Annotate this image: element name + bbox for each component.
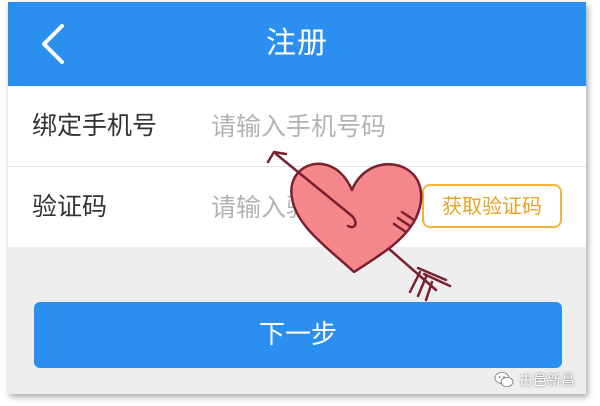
app-screen: 注册 绑定手机号 验证码 获取验证码 下一步 [8,2,586,394]
phone-input[interactable] [211,106,551,146]
phone-row: 绑定手机号 [8,86,586,166]
top-bar: 注册 [8,2,586,86]
watermark: 古邑新昌 [494,370,575,390]
code-label: 验证码 [32,192,108,221]
code-input[interactable] [211,187,411,227]
page-title: 注册 [266,26,328,61]
code-row: 验证码 获取验证码 [8,167,586,247]
wechat-icon [494,371,514,389]
get-code-button[interactable]: 获取验证码 [422,184,562,228]
phone-label: 绑定手机号 [32,111,158,140]
next-button[interactable]: 下一步 [34,302,562,368]
watermark-text: 古邑新昌 [519,373,575,389]
